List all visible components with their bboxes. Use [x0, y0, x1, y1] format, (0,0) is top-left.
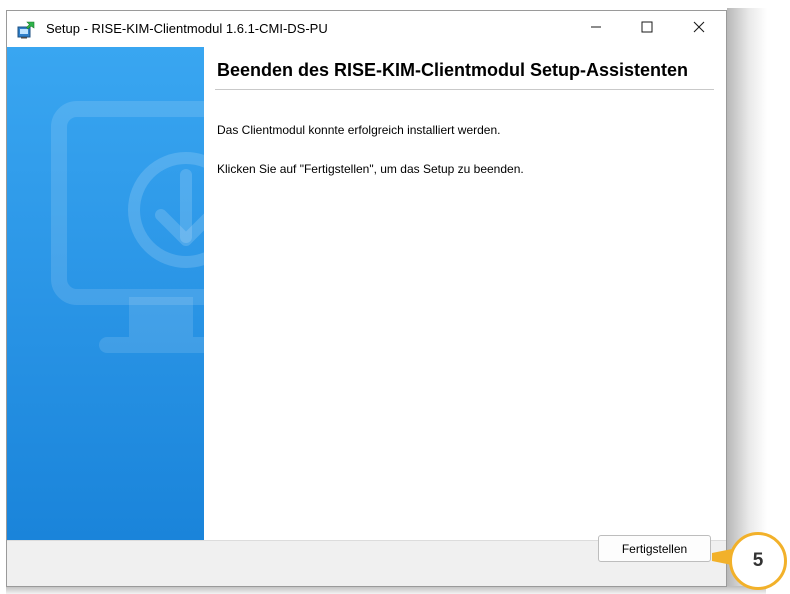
wizard-content: Beenden des RISE-KIM-Clientmodul Setup-A…: [204, 47, 726, 540]
page-title: Beenden des RISE-KIM-Clientmodul Setup-A…: [217, 60, 689, 80]
instruction-message: Klicken Sie auf "Fertigstellen", um das …: [217, 162, 524, 176]
close-icon: [693, 20, 705, 38]
window-shadow-bottom: [6, 586, 766, 594]
success-message: Das Clientmodul konnte erfolgreich insta…: [217, 123, 501, 137]
setup-window: Setup - RISE-KIM-Clientmodul 1.6.1-CMI-D…: [6, 10, 727, 587]
maximize-icon: [641, 20, 653, 38]
close-button[interactable]: [676, 11, 722, 47]
window-title: Setup - RISE-KIM-Clientmodul 1.6.1-CMI-D…: [46, 21, 328, 36]
wizard-sidebar-banner: [7, 47, 204, 540]
minimize-button[interactable]: [573, 11, 619, 47]
setup-installer-icon: [17, 21, 35, 39]
monitor-download-icon: [51, 101, 204, 353]
minimize-icon: [590, 20, 602, 38]
title-bar[interactable]: Setup - RISE-KIM-Clientmodul 1.6.1-CMI-D…: [7, 11, 726, 47]
step-number-badge: 5: [729, 532, 787, 590]
finish-button[interactable]: Fertigstellen: [598, 535, 711, 562]
step-number: 5: [752, 550, 764, 571]
heading-divider: [215, 89, 714, 90]
window-shadow-right: [727, 8, 767, 588]
maximize-button[interactable]: [624, 11, 670, 47]
